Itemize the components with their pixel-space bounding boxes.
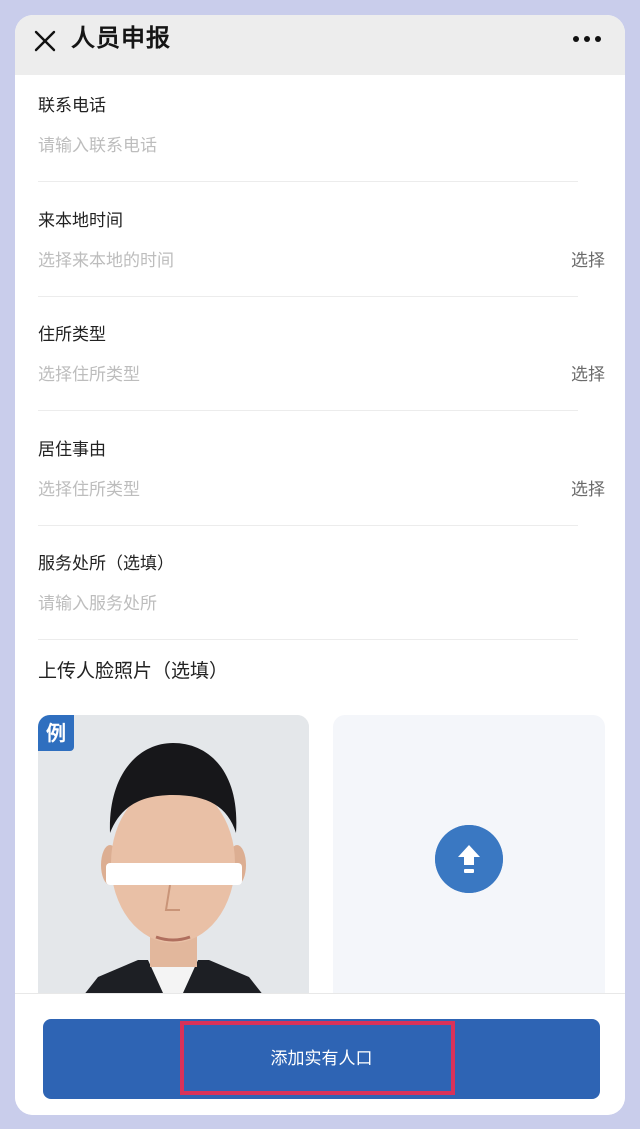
upload-arrow-icon[interactable]	[435, 825, 503, 893]
field-phone: 联系电话 请输入联系电话	[38, 95, 578, 185]
field-label: 来本地时间	[38, 211, 123, 231]
example-photo: 例	[38, 715, 309, 1015]
top-bar: 人员申报	[15, 15, 625, 75]
app-frame: 人员申报 联系电话 请输入联系电话 来本地时间 选择来本地的时间 选择 住所类型…	[15, 15, 625, 1115]
photo-section-title: 上传人脸照片（选填）	[38, 660, 229, 682]
select-button[interactable]: 选择	[571, 479, 605, 501]
divider	[38, 639, 578, 640]
field-residence-reason: 居住事由 选择住所类型 选择	[38, 439, 605, 529]
arrival-time-picker[interactable]: 选择来本地的时间	[38, 250, 174, 272]
select-button[interactable]: 选择	[571, 250, 605, 272]
divider	[38, 525, 578, 526]
field-arrival-time: 来本地时间 选择来本地的时间 选择	[38, 210, 605, 300]
close-icon[interactable]	[31, 27, 59, 55]
divider	[38, 410, 578, 411]
phone-input[interactable]: 请输入联系电话	[38, 135, 157, 157]
field-label: 住所类型	[38, 325, 106, 345]
field-label: 服务处所（选填）	[38, 554, 174, 574]
service-place-input[interactable]: 请输入服务处所	[38, 593, 157, 615]
select-button[interactable]: 选择	[571, 364, 605, 386]
example-badge: 例	[38, 715, 74, 751]
residence-type-picker[interactable]: 选择住所类型	[38, 364, 140, 386]
residence-reason-picker[interactable]: 选择住所类型	[38, 479, 140, 501]
field-label: 居住事由	[38, 440, 106, 460]
upload-photo-area[interactable]	[333, 715, 605, 1015]
add-resident-button-label: 添加实有人口	[270, 1049, 373, 1069]
more-icon[interactable]	[571, 31, 603, 47]
field-residence-type: 住所类型 选择住所类型 选择	[38, 324, 605, 414]
page-title: 人员申报	[71, 24, 171, 52]
divider	[38, 296, 578, 297]
field-service-place: 服务处所（选填） 请输入服务处所	[38, 553, 578, 643]
example-face-image	[38, 715, 309, 1015]
divider	[38, 181, 578, 182]
field-label: 联系电话	[38, 96, 106, 116]
